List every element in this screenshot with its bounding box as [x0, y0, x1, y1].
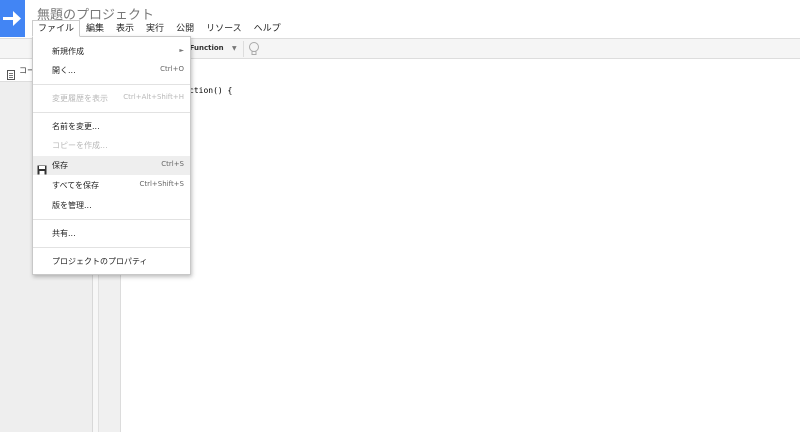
- menu-divider: [33, 247, 190, 248]
- chevron-down-icon[interactable]: ▼: [232, 45, 237, 52]
- menu-view[interactable]: 表示: [110, 20, 140, 37]
- menu-item-copy: コピーを作成...: [33, 136, 190, 155]
- lightbulb-icon[interactable]: [248, 41, 260, 61]
- menu-divider: [33, 219, 190, 220]
- toolbar-divider: [243, 41, 244, 57]
- document-icon: [7, 65, 15, 84]
- menu-divider: [33, 112, 190, 113]
- menu-item-copy-label: コピーを作成...: [52, 141, 108, 150]
- menu-item-open[interactable]: 開く... Ctrl+O: [33, 61, 190, 80]
- code-line[interactable]: ction() {: [189, 86, 232, 95]
- menu-item-history-label: 変更履歴を表示: [52, 94, 108, 103]
- menu-help[interactable]: ヘルプ: [248, 20, 287, 37]
- submenu-arrow-icon: ►: [179, 47, 184, 54]
- menu-item-open-label: 開く...: [52, 66, 76, 75]
- menu-bar: ファイル 編集 表示 実行 公開 リソース ヘルプ: [32, 20, 287, 37]
- apps-script-logo[interactable]: [0, 0, 25, 37]
- menu-item-share[interactable]: 共有...: [33, 224, 190, 243]
- menu-item-history-shortcut: Ctrl+Alt+Shift+H: [123, 93, 184, 101]
- file-menu-dropdown: 新規作成 ► 開く... Ctrl+O 変更履歴を表示 Ctrl+Alt+Shi…: [32, 36, 191, 275]
- menu-item-share-label: 共有...: [52, 229, 76, 238]
- menu-item-save-all-shortcut: Ctrl+Shift+S: [139, 180, 184, 188]
- menu-item-new[interactable]: 新規作成 ►: [33, 42, 190, 61]
- menu-item-save-all-label: すべてを保存: [52, 181, 99, 190]
- menu-item-open-shortcut: Ctrl+O: [160, 65, 184, 73]
- menu-item-history: 変更履歴を表示 Ctrl+Alt+Shift+H: [33, 89, 190, 108]
- menu-item-rename[interactable]: 名前を変更...: [33, 117, 190, 136]
- menu-divider: [33, 84, 190, 85]
- menu-item-new-label: 新規作成: [52, 47, 84, 56]
- menu-run[interactable]: 実行: [140, 20, 170, 37]
- menu-item-manage-versions-label: 版を管理...: [52, 201, 92, 210]
- menu-publish[interactable]: 公開: [170, 20, 200, 37]
- menu-item-save-label: 保存: [52, 161, 68, 170]
- menu-edit[interactable]: 編集: [80, 20, 110, 37]
- menu-item-save-shortcut: Ctrl+S: [161, 160, 184, 168]
- menu-item-project-properties-label: プロジェクトのプロパティ: [52, 257, 148, 266]
- menu-item-project-properties[interactable]: プロジェクトのプロパティ: [33, 252, 190, 271]
- menu-file[interactable]: ファイル: [32, 20, 81, 37]
- menu-item-rename-label: 名前を変更...: [52, 122, 100, 131]
- menu-item-manage-versions[interactable]: 版を管理...: [33, 196, 190, 215]
- menu-resources[interactable]: リソース: [200, 20, 248, 37]
- arrow-right-icon: [3, 11, 21, 26]
- menu-item-save-all[interactable]: すべてを保存 Ctrl+Shift+S: [33, 176, 190, 195]
- menu-item-save[interactable]: 保存 Ctrl+S: [33, 156, 190, 175]
